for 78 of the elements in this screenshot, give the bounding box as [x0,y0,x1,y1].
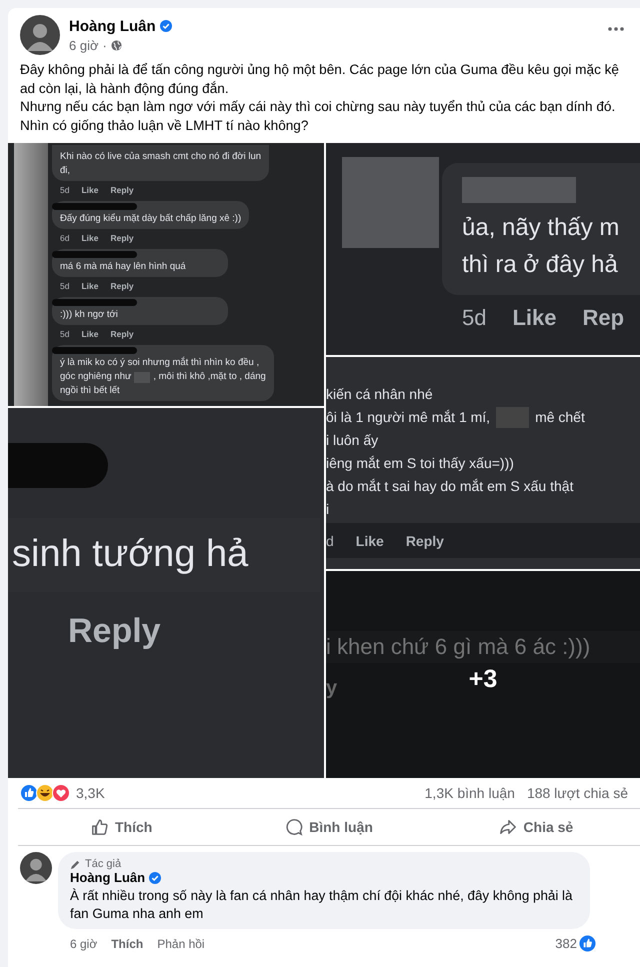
comment-text: góc nghiêng như [60,370,132,384]
comment-screenshot[interactable]: i khen chứ 6 gì mà 6 ác :))) y +3 [326,571,640,778]
comment-text: sinh tướng hả [12,532,248,576]
reply-link[interactable]: Reply [68,612,161,650]
post-text: Nhìn có giống thảo luận về LMHT tí nào không? [20,116,310,135]
comment-screenshot[interactable]: kiến cá nhân nhé ôi là 1 người mê mắt 1 mí, mê chết i luôn ấy iêng mắt em S toi thấy xấu=))) à do mắt t sai hay do mắt em S xấu thật i d Like Reply [326,357,640,569]
comment-text: ngồi thì bết lết [60,384,120,398]
comment-time: 5d [60,329,70,339]
comment-text: má 6 mà má hay lên hình quá [60,260,186,274]
post-text: Đây không phải là để tấn công người ủng hộ một bên. Các page lớn của Guma đều kêu gọi mặc kệ ad còn lại, là hành động đúng đắn. [20,61,620,98]
heart-reaction-icon [52,784,70,802]
avatar[interactable] [20,852,52,884]
comment-text: ý là mik ko có ý soi nhưng mắt thì nhìn ko đều , [60,356,260,370]
like-count: 382 [555,936,577,951]
reply-link[interactable]: Reply [110,329,134,339]
verified-icon [160,20,172,32]
reply-link[interactable]: Reply [110,233,134,243]
post-text: Nhưng nếu các bạn làm ngơ với mấy cái này thì coi chừng sau này tuyển thủ của các bạn dính đó. [20,98,616,116]
pen-icon [70,858,81,870]
like-link[interactable]: Like [81,329,98,339]
comment-button[interactable]: Bình luận [225,810,433,844]
share-count[interactable]: 188 lượt chia sẻ [526,785,628,801]
comment-text: à do mắt t sai hay do mắt em S xấu thật [326,477,574,496]
comment-text: ôi là 1 người mê mắt 1 mí, [326,408,490,427]
reply-link[interactable]: Reply [110,185,134,195]
avatar[interactable] [20,15,60,55]
comment-text: ủa, nãy thấy m [462,213,620,243]
laugh-reaction-icon [36,784,54,802]
comment-screenshot[interactable] [8,143,324,406]
author-label: Tác giả [85,858,122,870]
verified-icon [149,872,162,884]
like-reaction-icon [20,784,38,802]
comment-time: d [326,533,334,549]
thumbs-up-icon [90,818,109,836]
comment-time: 5d [462,305,486,331]
comment-screenshot[interactable]: ủa, nãy thấy m thì ra ở đây hả 5d Like Rep [326,143,640,355]
more-photos-count[interactable]: +3 [468,665,498,694]
reply-link[interactable]: Reply [406,533,444,549]
reply-link[interactable]: Rep [582,305,624,331]
comment-text: kiến cá nhân nhé [326,385,433,404]
comment-text: i khen chứ 6 gì mà 6 ác :))) [326,633,590,661]
comment-screenshot[interactable]: sinh tướng hả Reply [8,408,324,778]
comment-text: đi, [60,164,70,178]
like-link[interactable]: Like [81,233,98,243]
comment-time: 5d [60,185,70,195]
author-name[interactable]: Hoàng Luân [69,18,156,34]
comment-count[interactable]: 1,3K bình luận [424,785,515,801]
comment-text: À rất nhiều trong số này là fan cá nhân hay thậm chí đội khác nhé, đây không phải là fan Guma nha anh em [70,887,574,923]
share-arrow-icon [499,818,518,836]
like-link[interactable]: Like [81,185,98,195]
post-time[interactable]: 6 giờ [69,38,98,52]
comment-text: i [326,500,330,519]
globe-icon [110,40,122,50]
like-reaction-icon [579,935,596,952]
comment-text: Đấy đúng kiểu mặt dày bất chấp lăng xê :)) [60,212,242,226]
comment-text: :))) kh ngơ tới [60,308,118,322]
comment-text: thì ra ở đây hả [462,250,618,280]
reply-link[interactable]: Reply [110,281,134,291]
comment-text: mê chết [535,408,585,427]
like-link[interactable]: Thích [111,936,144,950]
separator: · [102,38,108,52]
like-link[interactable]: Like [512,305,557,331]
reply-link[interactable]: Phản hồi [157,936,205,950]
comment-text: Khi nào có live của smash cmt cho nó đi đời lun [60,150,262,164]
comment-time[interactable]: 6 giờ [70,936,98,950]
speech-bubble-icon [285,818,304,836]
like-link[interactable]: Like [356,533,384,549]
more-icon[interactable] [608,27,624,31]
comment-text: , môi thì khô ,mặt to , dáng [153,370,266,384]
like-button[interactable]: Thích [18,810,226,844]
reaction-count[interactable]: 3,3K [76,785,105,801]
comment-time: 6d [60,233,70,243]
share-button[interactable]: Chia sẻ [432,810,640,844]
comment-time: 5d [60,281,70,291]
comment-text: i luôn ấy [326,431,378,450]
comment-text: iêng mắt em S toi thấy xấu=))) [326,454,514,473]
like-link[interactable]: Like [81,281,98,291]
author-name[interactable]: Hoàng Luân [70,870,146,885]
